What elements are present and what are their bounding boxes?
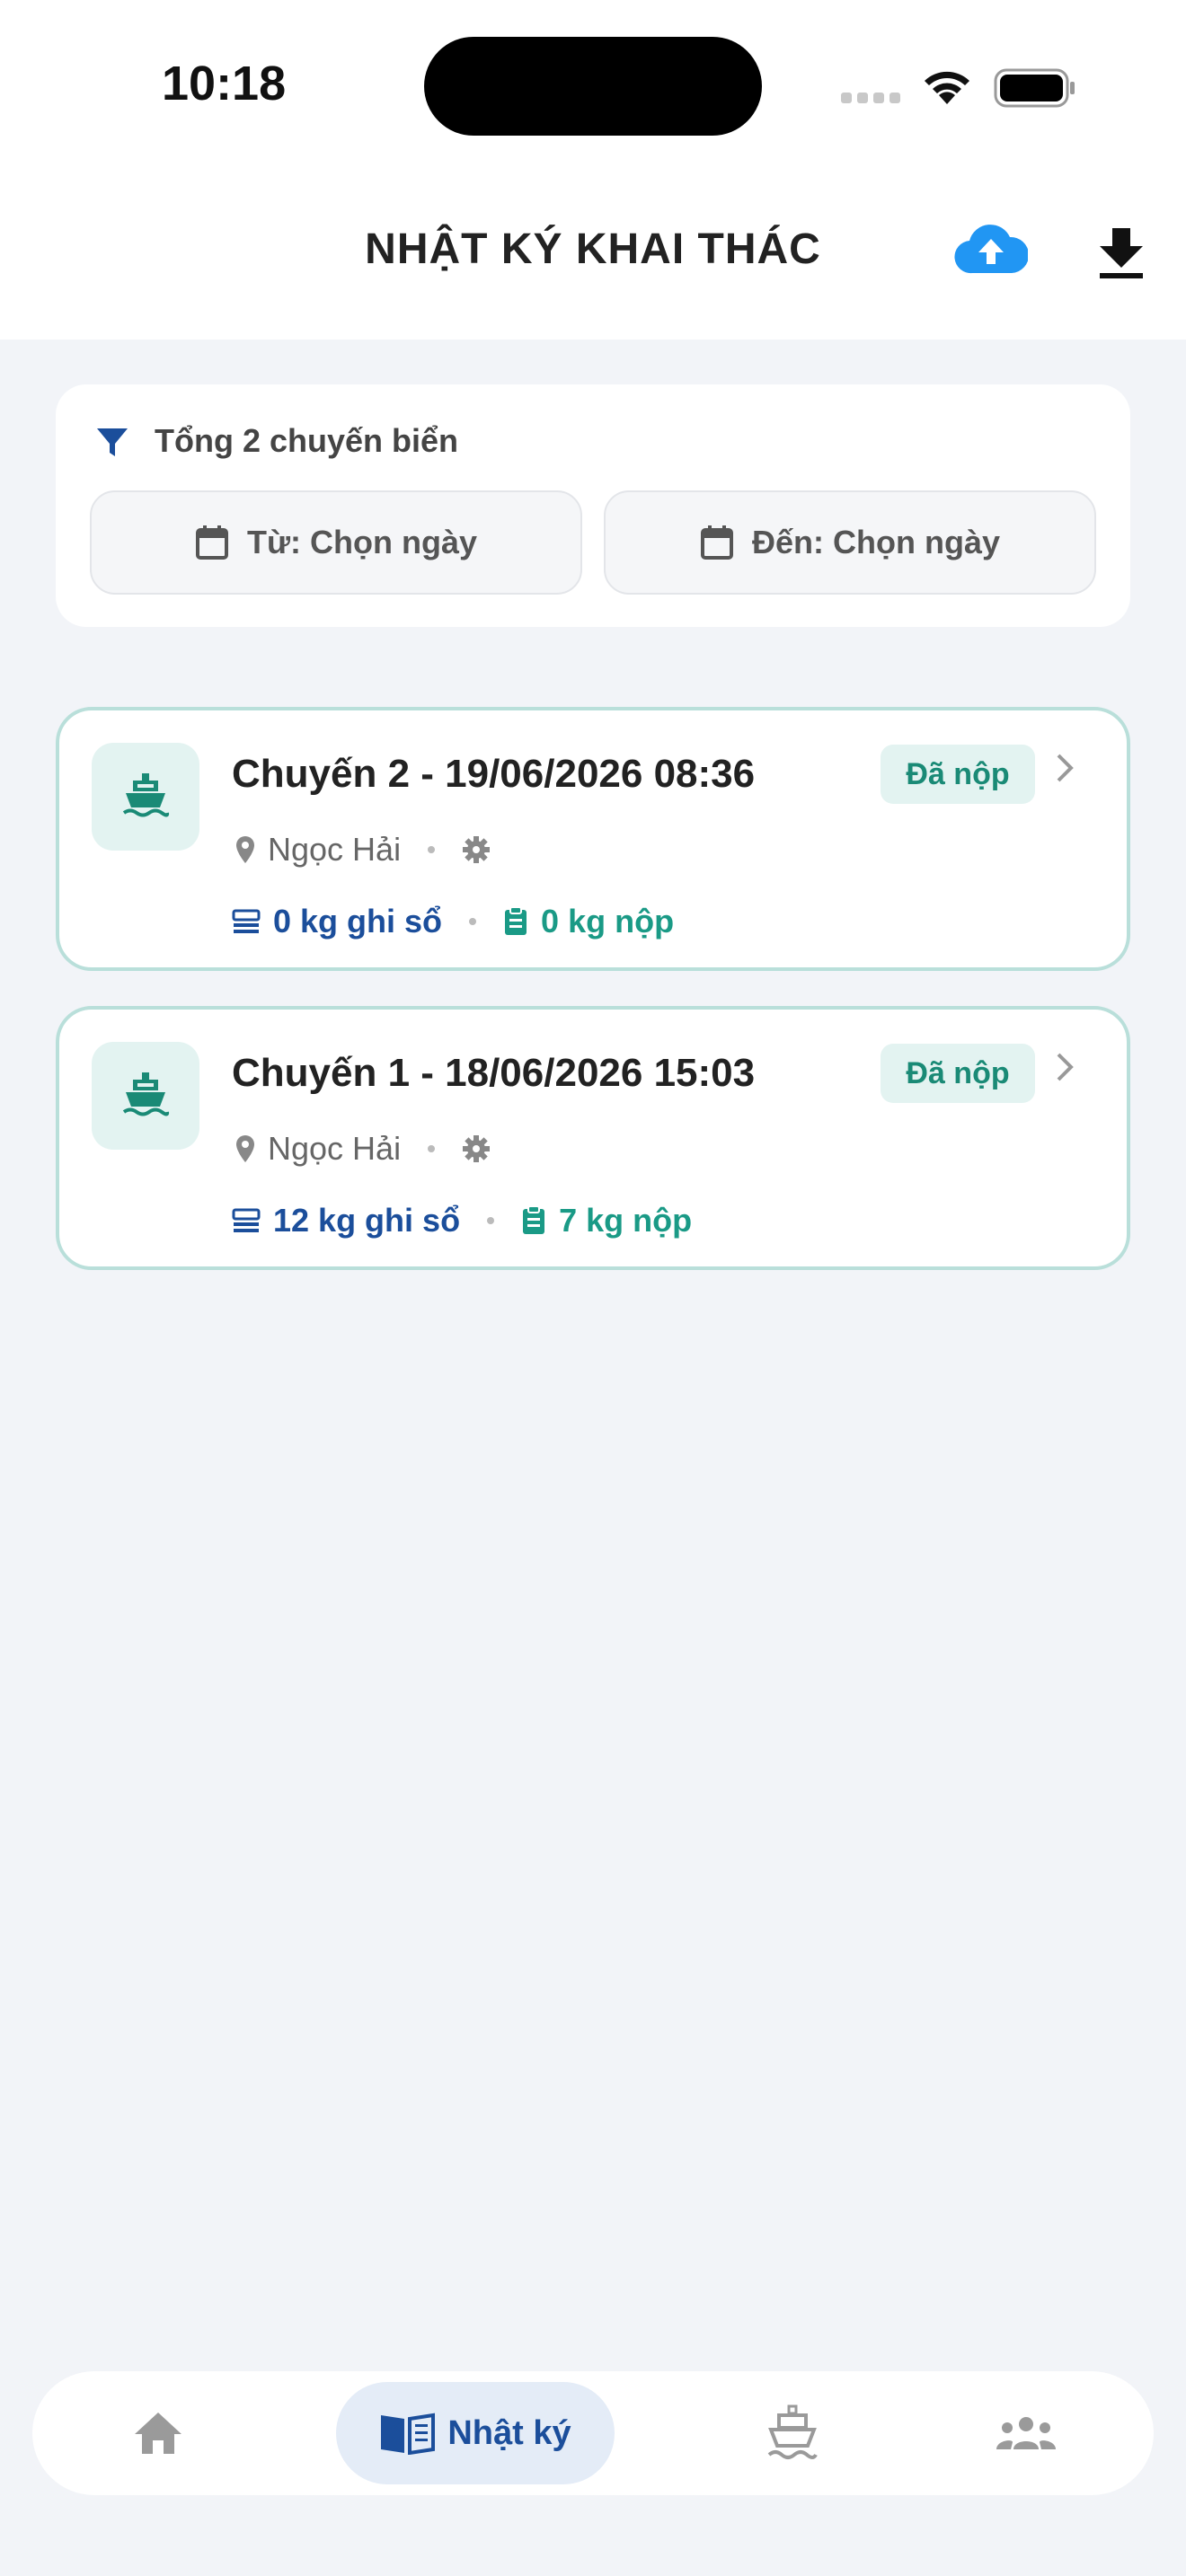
gear-icon xyxy=(463,1135,491,1162)
clipboard-icon xyxy=(505,906,527,935)
filter-card: Tổng 2 chuyến biển Từ: Chọn ngày Đến: Ch… xyxy=(56,384,1130,627)
trip-stats: 12 kg ghi sổ 7 kg nộp xyxy=(232,1198,692,1243)
app-header: 10:18 NHẬT KÝ KHAI THÁC xyxy=(0,0,1186,340)
nav-home[interactable] xyxy=(104,2371,212,2495)
ship-icon xyxy=(767,2404,818,2459)
separator-dot xyxy=(487,1217,495,1224)
cellular-signal-icon xyxy=(841,92,906,108)
submitted-weight: 0 kg nộp xyxy=(541,903,675,940)
status-badge: Đã nộp xyxy=(881,745,1035,804)
cloud-upload-button[interactable] xyxy=(954,223,1030,277)
wifi-icon xyxy=(925,71,969,104)
download-button[interactable] xyxy=(1094,225,1148,280)
group-icon xyxy=(996,2417,1056,2449)
nav-team[interactable] xyxy=(972,2371,1080,2495)
home-icon xyxy=(135,2413,181,2454)
ship-icon xyxy=(92,743,199,851)
dynamic-island xyxy=(424,37,762,136)
submitted-weight: 7 kg nộp xyxy=(559,1202,693,1239)
clipboard-icon xyxy=(523,1205,545,1234)
logged-weight: 0 kg ghi sổ xyxy=(273,903,443,940)
chevron-right-icon xyxy=(1057,754,1074,782)
book-open-icon xyxy=(381,2413,436,2455)
nav-boat[interactable] xyxy=(739,2371,846,2495)
battery-icon xyxy=(994,68,1075,108)
nav-diary[interactable]: Nhật ký xyxy=(336,2382,615,2484)
trip-location: Ngọc Hải xyxy=(268,831,402,868)
date-to-label: Đến: Chọn ngày xyxy=(752,524,1000,560)
trip-location: Ngọc Hải xyxy=(268,1130,402,1167)
bottom-nav: Nhật ký xyxy=(32,2371,1154,2495)
cloud-upload-icon xyxy=(954,225,1030,274)
trip-stats: 0 kg ghi sổ 0 kg nộp xyxy=(232,899,674,944)
trip-meta: Ngọc Hải xyxy=(235,1126,491,1171)
trip-title: Chuyến 1 - 18/06/2026 15:03 xyxy=(232,1051,756,1095)
date-from-label: Từ: Chọn ngày xyxy=(246,524,478,560)
separator-dot xyxy=(428,1145,436,1152)
logged-weight: 12 kg ghi sổ xyxy=(273,1202,461,1239)
scale-icon xyxy=(232,1208,261,1232)
trip-card[interactable]: Chuyến 2 - 19/06/2026 08:36 Đã nộp Ngọc … xyxy=(56,707,1130,971)
date-from-button[interactable]: Từ: Chọn ngày xyxy=(90,490,582,595)
download-icon xyxy=(1100,228,1143,278)
separator-dot xyxy=(428,846,436,853)
trip-count-label: Tổng 2 chuyến biển xyxy=(155,422,459,459)
location-pin-icon xyxy=(236,1135,254,1162)
status-time: 10:18 xyxy=(162,57,287,110)
nav-diary-label: Nhật ký xyxy=(447,2413,571,2452)
gear-icon xyxy=(463,836,491,863)
filter-icon xyxy=(97,428,128,456)
scale-icon xyxy=(232,909,261,933)
date-to-button[interactable]: Đến: Chọn ngày xyxy=(604,490,1096,595)
separator-dot xyxy=(469,918,477,925)
location-pin-icon xyxy=(236,836,254,863)
status-icons xyxy=(841,65,1075,110)
status-badge: Đã nộp xyxy=(881,1044,1035,1103)
trip-card[interactable]: Chuyến 1 - 18/06/2026 15:03 Đã nộp Ngọc … xyxy=(56,1006,1130,1270)
chevron-right-icon xyxy=(1057,1053,1074,1081)
trip-title: Chuyến 2 - 19/06/2026 08:36 xyxy=(232,752,756,796)
trip-meta: Ngọc Hải xyxy=(235,827,491,872)
calendar-icon xyxy=(700,525,734,560)
ship-icon xyxy=(92,1042,199,1150)
calendar-icon xyxy=(195,525,229,560)
